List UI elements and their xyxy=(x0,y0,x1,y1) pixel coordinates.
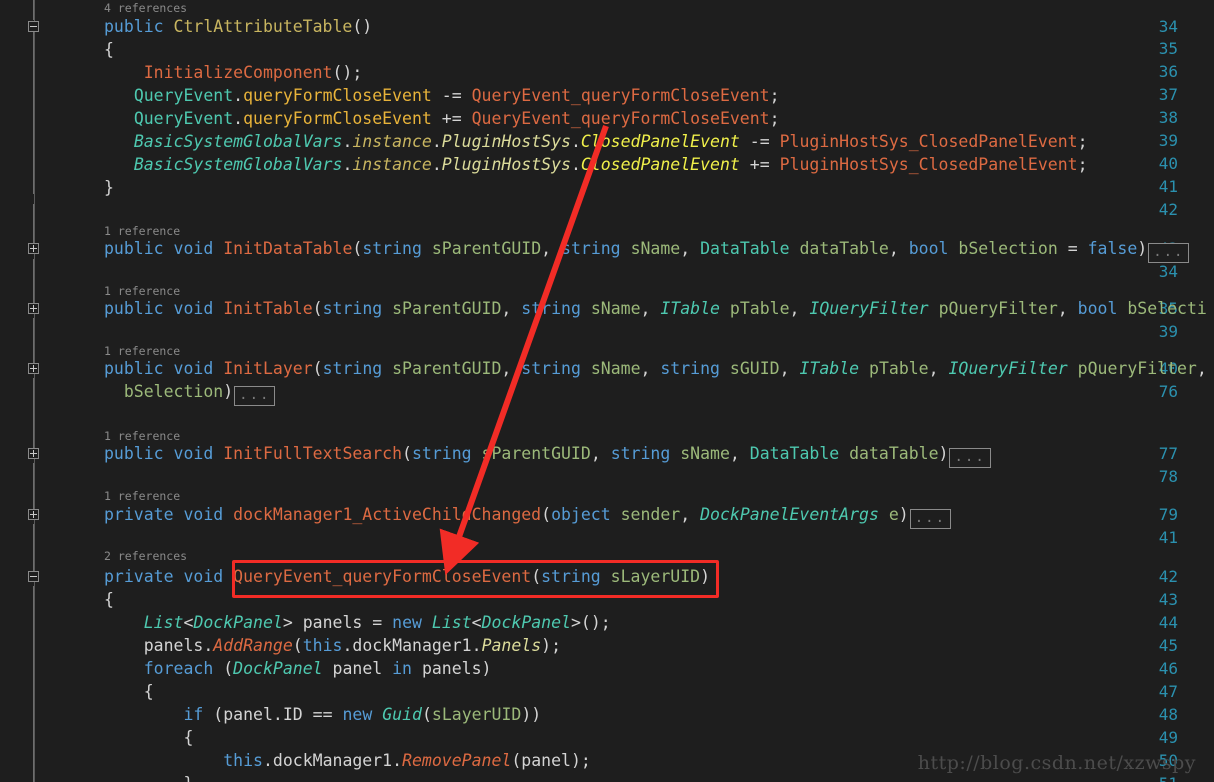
collapsed-block-icon[interactable]: ... xyxy=(909,509,952,529)
collapsed-block-icon[interactable]: ... xyxy=(1148,243,1190,263)
code-line[interactable]: public void InitDataTable(string sParent… xyxy=(104,240,1190,263)
collapsed-block-icon[interactable]: ... xyxy=(234,386,276,406)
code-line[interactable]: public void InitTable(string sParentGUID… xyxy=(104,300,1207,318)
code-line[interactable]: List<DockPanel> panels = new List<DockPa… xyxy=(104,614,611,632)
collapsed-block-icon[interactable]: ... xyxy=(949,448,991,468)
code-line[interactable]: foreach (DockPanel panel in panels) xyxy=(104,660,492,678)
code-line[interactable]: private void dockManager1_ActiveChildCha… xyxy=(104,506,952,529)
gutter-divider xyxy=(34,0,35,782)
fold-collapse-icon[interactable] xyxy=(28,21,39,32)
code-line[interactable]: public CtrlAttributeTable() xyxy=(104,18,372,36)
codelens-reference[interactable]: 1 reference xyxy=(104,490,180,502)
codelens-reference[interactable]: 1 reference xyxy=(104,225,180,237)
code-editor[interactable]: 3435363738394041424334353940767778794142… xyxy=(0,0,1214,782)
fold-expand-icon[interactable] xyxy=(28,448,39,459)
code-line[interactable]: InitializeComponent(); xyxy=(104,64,363,82)
code-area[interactable]: 4 references 1 reference 1 reference 1 refe… xyxy=(0,0,1214,782)
fold-rail-segment xyxy=(33,524,34,575)
fold-rail-segment xyxy=(33,204,34,248)
line-number-gutter xyxy=(0,0,34,782)
fold-expand-icon[interactable] xyxy=(28,303,39,314)
fold-expand-icon[interactable] xyxy=(28,243,39,254)
fold-rail-segment xyxy=(33,586,34,782)
code-line[interactable]: } xyxy=(104,179,114,197)
fold-rail-segment xyxy=(33,378,34,452)
code-line[interactable]: } xyxy=(104,775,193,782)
codelens-reference[interactable]: 4 references xyxy=(104,2,187,14)
code-line[interactable]: panels.AddRange(this.dockManager1.Panels… xyxy=(104,637,561,655)
code-line[interactable]: { xyxy=(104,729,193,747)
fold-rail-segment xyxy=(33,259,34,307)
code-line[interactable]: public void InitFullTextSearch(string sP… xyxy=(104,445,991,468)
fold-expand-icon[interactable] xyxy=(28,509,39,520)
code-line[interactable]: if (panel.ID == new Guid(sLayerUID)) xyxy=(104,706,541,724)
code-line[interactable]: this.dockManager1.RemovePanel(panel); xyxy=(104,752,591,770)
fold-expand-icon[interactable] xyxy=(28,363,39,374)
code-line[interactable]: QueryEvent.queryFormCloseEvent += QueryE… xyxy=(104,110,780,128)
fold-collapse-icon[interactable] xyxy=(28,571,39,582)
code-line[interactable]: { xyxy=(104,41,114,59)
watermark-url: http://blog.csdn.net/xzwspy xyxy=(917,752,1196,774)
fold-rail-segment xyxy=(33,31,34,194)
codelens-reference[interactable]: 1 reference xyxy=(104,430,180,442)
code-line[interactable]: public void InitLayer(string sParentGUID… xyxy=(104,360,1207,378)
codelens-reference[interactable]: 2 references xyxy=(104,550,187,562)
code-line[interactable]: { xyxy=(104,683,154,701)
codelens-reference[interactable]: 1 reference xyxy=(104,345,180,357)
code-line[interactable]: bSelection)... xyxy=(104,383,276,406)
fold-rail-segment xyxy=(33,463,34,513)
code-line[interactable]: BasicSystemGlobalVars.instance.PluginHos… xyxy=(104,156,1088,174)
fold-rail-segment xyxy=(33,318,34,367)
fold-rail-segment xyxy=(33,0,34,20)
codelens-reference[interactable]: 1 reference xyxy=(104,285,180,297)
code-line[interactable]: { xyxy=(104,591,114,609)
code-line-highlighted[interactable]: private void QueryEvent_queryFormCloseEv… xyxy=(104,568,710,586)
code-line[interactable]: BasicSystemGlobalVars.instance.PluginHos… xyxy=(104,133,1088,151)
code-line[interactable]: QueryEvent.queryFormCloseEvent -= QueryE… xyxy=(104,87,780,105)
